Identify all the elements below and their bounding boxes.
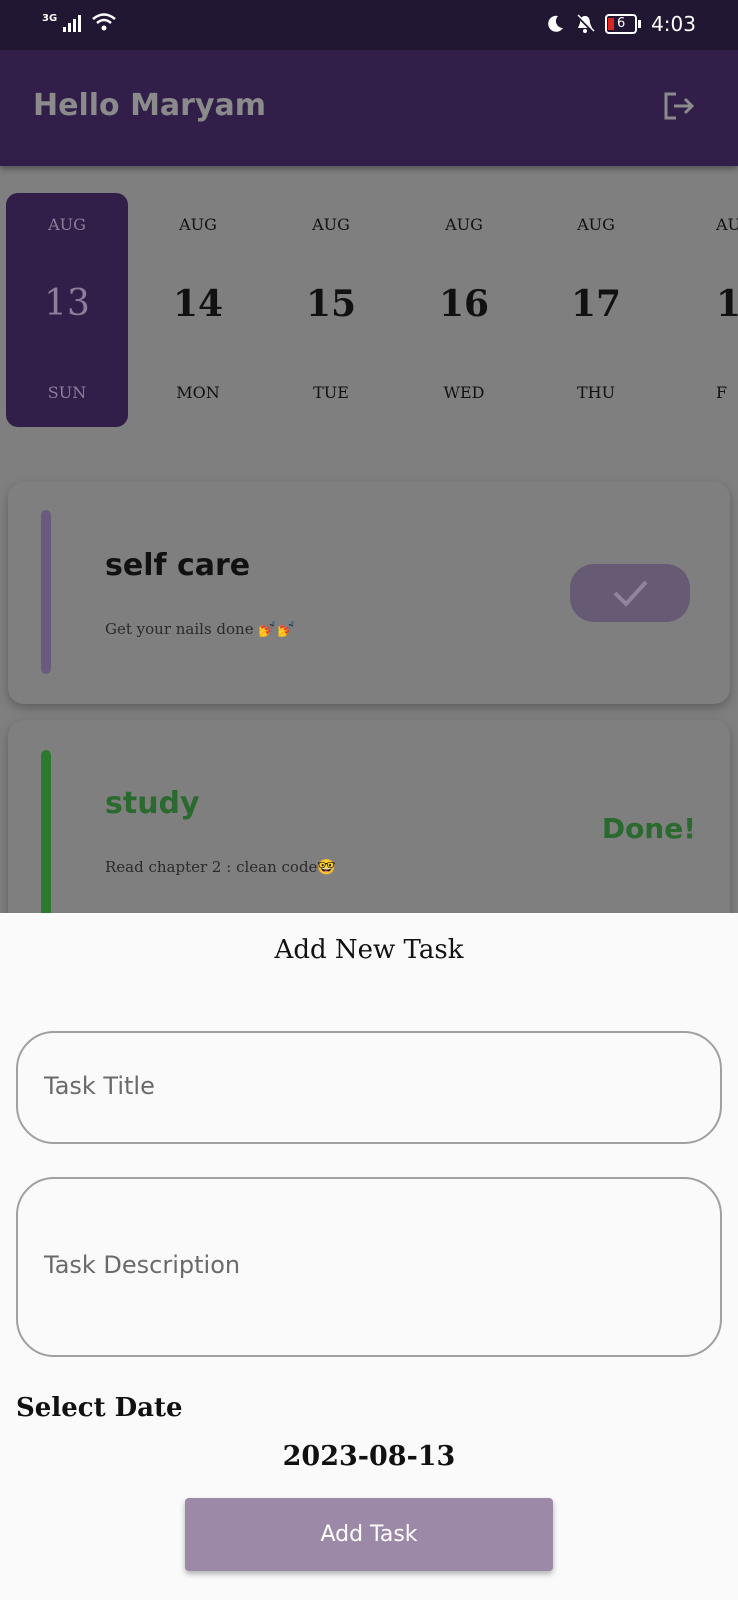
- logout-icon[interactable]: [660, 88, 696, 124]
- date-weekday: THU: [576, 383, 616, 402]
- date-weekday: WED: [443, 383, 485, 402]
- task-title-input[interactable]: [42, 1071, 686, 1101]
- task-card[interactable]: self care Get your nails done 💅💅: [8, 482, 730, 704]
- date-item[interactable]: AUG 17 THU: [535, 193, 657, 427]
- bell-off-icon: [576, 14, 595, 33]
- mark-done-button[interactable]: [570, 564, 690, 622]
- task-description-field[interactable]: [16, 1177, 722, 1357]
- selected-date[interactable]: 2023-08-13: [0, 1441, 738, 1472]
- date-day: 13: [44, 283, 90, 324]
- date-weekday: TUE: [313, 383, 349, 402]
- date-day: 16: [438, 283, 490, 325]
- date-item[interactable]: AUG 15 TUE: [270, 193, 392, 427]
- date-item[interactable]: AUG 14 MON: [137, 193, 259, 427]
- date-item[interactable]: AUG 13 SUN: [6, 193, 128, 427]
- status-right: 6 4:03: [545, 12, 696, 36]
- battery-icon: 6: [605, 14, 638, 34]
- task-accent-bar: [41, 510, 51, 674]
- date-item[interactable]: AUG 16 WED: [403, 193, 525, 427]
- greeting-title: Hello Maryam: [33, 88, 267, 123]
- task-description: Read chapter 2 : clean code🤓: [105, 858, 337, 876]
- done-label: Done!: [601, 812, 696, 845]
- network-type: 3G: [42, 13, 58, 24]
- battery-level: 6: [616, 16, 626, 31]
- moon-icon: [548, 15, 564, 32]
- date-month: AU: [716, 215, 738, 234]
- date-strip[interactable]: AUG 13 SUN AUG 14 MON AUG 15 TUE AUG 16 …: [0, 193, 738, 427]
- app-bar: Hello Maryam: [0, 50, 738, 166]
- wifi-icon: [92, 13, 116, 31]
- add-task-sheet: Add New Task Select Date 2023-08-13 Add …: [0, 913, 738, 1600]
- date-day: 1: [716, 283, 738, 325]
- task-accent-bar: [41, 750, 51, 940]
- date-month: AUG: [312, 215, 350, 234]
- date-item[interactable]: AU 1 F: [716, 193, 738, 427]
- task-description: Get your nails done 💅💅: [105, 620, 296, 638]
- task-title-field[interactable]: [16, 1031, 722, 1144]
- task-description-input[interactable]: [42, 1249, 686, 1281]
- date-weekday: SUN: [47, 383, 87, 402]
- date-day: 15: [305, 283, 357, 325]
- clock: 4:03: [651, 12, 696, 36]
- date-month: AUG: [445, 215, 483, 234]
- status-left: 3G: [42, 12, 117, 32]
- date-month: AUG: [577, 215, 615, 234]
- check-icon: [613, 580, 648, 607]
- sheet-title: Add New Task: [274, 935, 464, 965]
- select-date-label: Select Date: [16, 1393, 183, 1423]
- status-bar: 3G 6 4:03: [0, 0, 738, 50]
- date-month: AUG: [48, 215, 86, 234]
- date-day: 14: [172, 283, 224, 325]
- date-weekday: MON: [176, 383, 220, 402]
- date-weekday: F: [716, 383, 728, 402]
- date-day: 17: [570, 283, 622, 325]
- battery-tip: [638, 20, 642, 28]
- add-task-button[interactable]: Add Task: [185, 1498, 553, 1571]
- date-month: AUG: [179, 215, 217, 234]
- signal-icon: [63, 15, 82, 32]
- task-title: study: [105, 786, 200, 821]
- task-title: self care: [105, 548, 251, 583]
